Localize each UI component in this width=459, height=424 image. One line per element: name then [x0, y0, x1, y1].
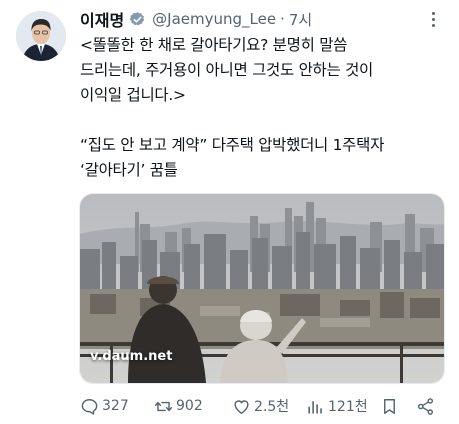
avatar[interactable] — [16, 11, 66, 61]
tweet-line: <똘똘한 한 채로 갈아타기요? 분명히 말씀 — [80, 36, 348, 54]
author-name[interactable]: 이재명 — [80, 7, 124, 31]
views-bars-icon — [308, 400, 322, 414]
bookmark-button[interactable] — [380, 395, 402, 417]
card-domain[interactable]: v.daum.net — [90, 349, 172, 364]
repost-icon — [154, 401, 173, 411]
author-handle[interactable]: @Jaemyung_Lee — [152, 10, 276, 28]
post-time[interactable]: 7시 — [289, 9, 312, 30]
share-button[interactable] — [416, 395, 438, 417]
reply-button[interactable]: 327 — [80, 395, 129, 417]
bookmark-icon — [384, 398, 395, 414]
like-button[interactable]: 2.5천 — [232, 395, 289, 417]
view-count: 121천 — [328, 399, 368, 415]
tweet-actions: 327 902 2.5천 121천 — [80, 395, 442, 417]
like-count: 2.5천 — [254, 399, 290, 415]
tweet-line: ‘갈아타기’ 꿈틀 — [80, 161, 178, 179]
link-card-image[interactable]: v.daum.net — [79, 193, 445, 384]
separator-dot: · — [280, 10, 285, 28]
verified-badge-icon — [129, 11, 146, 28]
tweet-line: 이익일 겁니다.> — [80, 86, 186, 104]
tweet-line: 드리는데, 주거용이 아니면 그것도 안하는 것이 — [80, 61, 374, 79]
heart-icon — [234, 399, 249, 414]
repost-count: 902 — [176, 398, 203, 414]
more-dots-icon[interactable] — [424, 10, 442, 28]
views-button[interactable]: 121천 — [306, 395, 368, 417]
tweet-header: 이재명 @Jaemyung_Lee · 7시 — [80, 8, 312, 30]
tweet-text: <똘똘한 한 채로 갈아타기요? 분명히 말씀 드리는데, 주거용이 아니면 그… — [80, 33, 450, 183]
profile-photo — [16, 11, 66, 61]
repost-button[interactable]: 902 — [154, 395, 203, 417]
reply-bubble-icon — [81, 398, 98, 415]
reply-count: 327 — [102, 398, 129, 414]
tweet-line: “집도 안 보고 계약” 다주택 압박했더니 1주택자 — [80, 136, 385, 154]
share-icon — [417, 397, 434, 415]
